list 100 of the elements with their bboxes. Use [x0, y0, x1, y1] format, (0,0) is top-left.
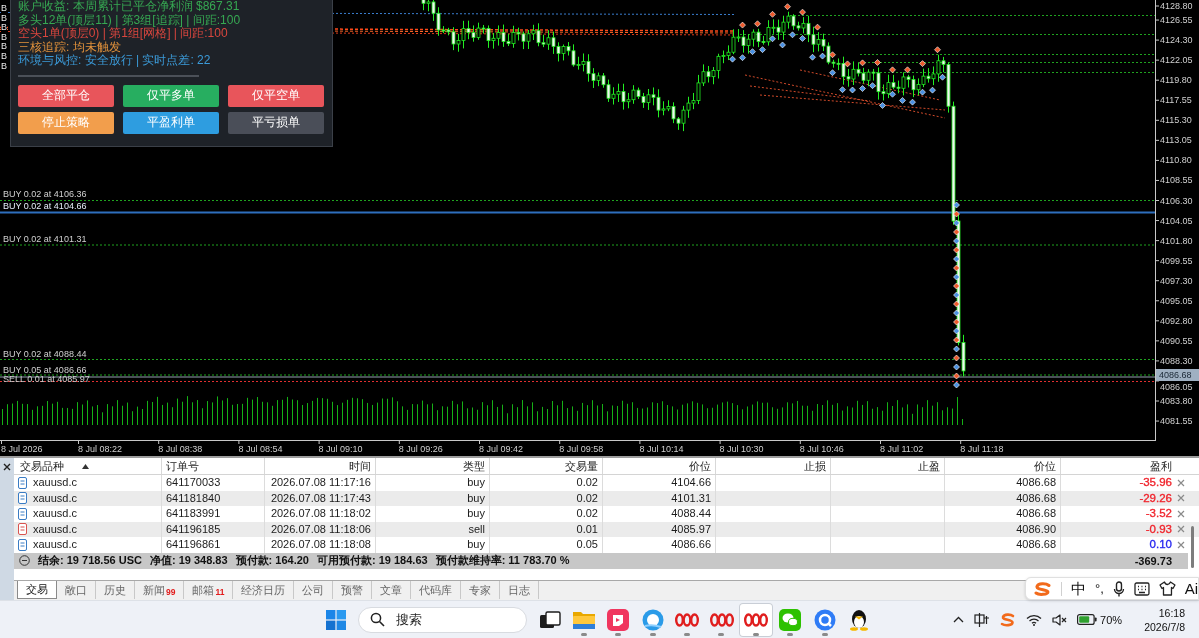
order-label[interactable]: BUY 0.05 at 4086.66 — [3, 366, 87, 375]
clock-time[interactable]: 16:18 — [1158, 605, 1185, 620]
tab[interactable]: 历史 — [96, 581, 135, 599]
price-axis-label: 4090.55 — [1160, 334, 1193, 347]
symbol-text: xauusd.c — [33, 475, 78, 491]
keyboard-icon[interactable] — [1133, 581, 1150, 596]
tab[interactable]: 代码库 — [411, 581, 462, 599]
table-cell: 2026.07.08 11:18:02 — [270, 506, 371, 522]
order-label[interactable]: BUY 0.02 at 4088.44 — [3, 350, 87, 359]
price-axis-label: 4119.80 — [1160, 74, 1192, 87]
time-axis-label: 8 Jul 10:46 — [799, 444, 844, 454]
column-header[interactable]: 交易量 — [490, 458, 603, 474]
collapse-icon[interactable] — [19, 555, 30, 566]
dash-indicator-icon — [580, 632, 587, 636]
order-label[interactable]: SELL 0.01 at 4085.97 — [3, 375, 90, 384]
tab[interactable]: 文章 — [372, 581, 412, 599]
order-label-fragment: B — [1, 13, 7, 23]
tab[interactable]: 专家 — [461, 581, 501, 599]
chevron-up-icon[interactable] — [953, 616, 965, 623]
action-button[interactable]: 仅平空单 — [228, 84, 324, 107]
column-header[interactable]: 类型 — [376, 458, 490, 474]
tab[interactable]: 预警 — [333, 581, 373, 599]
time-axis-label: 8 Jul 11:02 — [880, 444, 924, 454]
table-cell: 0.05 — [576, 537, 598, 553]
table-cell: 0.01 — [576, 521, 598, 537]
profit-value: -35.96 — [1139, 475, 1172, 491]
input-mode-label[interactable]: 中 — [1070, 580, 1086, 597]
table-cell: 2026.07.08 11:18:08 — [270, 537, 371, 553]
column-header[interactable]: 价位 — [945, 458, 1061, 474]
symbol-text: xauusd.c — [33, 506, 78, 522]
shirt-icon[interactable] — [1158, 581, 1176, 596]
table-cell: 0.02 — [576, 490, 598, 506]
symbol-text: xauusd.c — [33, 537, 78, 553]
punctuation-mode-label[interactable]: °, — [1094, 580, 1104, 597]
price-axis-label: 4104.05 — [1160, 214, 1193, 227]
tab[interactable]: 日志 — [500, 581, 540, 599]
dash-indicator-icon — [683, 632, 690, 636]
column-header[interactable]: 价位 — [603, 458, 716, 474]
table-cell: 0.02 — [576, 506, 598, 522]
battery-icon[interactable] — [1077, 614, 1098, 625]
column-header[interactable]: 交易品种 — [14, 458, 162, 474]
circle-app-icon — [641, 608, 664, 631]
table-cell: 4086.66 — [671, 537, 711, 553]
price-axis-label: 4083.80 — [1160, 395, 1193, 407]
column-header[interactable]: 时间 — [265, 458, 376, 474]
status-line: 多头12单(顶层11) | 第3组[追踪] | 间距:100 — [18, 13, 242, 27]
order-label-fragment: B — [1, 23, 7, 33]
action-button[interactable]: 平亏损单 — [228, 111, 324, 134]
table-cell: 2026.07.08 11:17:16 — [270, 475, 371, 491]
close-icon[interactable] — [3, 463, 11, 471]
order-label-fragment: B — [1, 42, 7, 52]
price-axis-label: 4101.80 — [1160, 234, 1193, 247]
tab[interactable]: 交易 — [17, 581, 57, 599]
microphone-icon[interactable] — [1112, 580, 1125, 597]
s-logo-icon[interactable] — [1034, 581, 1052, 596]
search-field[interactable]: 搜索 — [358, 606, 528, 633]
s-logo-icon[interactable] — [1000, 612, 1017, 627]
app-tile-icon — [607, 608, 630, 631]
table-cell: 4086.68 — [1016, 475, 1056, 491]
scrollbar-thumb[interactable] — [1191, 526, 1194, 568]
tab[interactable]: 公司 — [294, 581, 334, 599]
price-axis-label: 4124.30 — [1160, 34, 1193, 47]
clock-date[interactable]: 2026/7/8 — [1144, 619, 1185, 634]
price-axis-label: 4122.05 — [1160, 54, 1193, 67]
column-header[interactable]: 止盈 — [831, 458, 945, 474]
account-summary-text: 预付款: 164.20 — [235, 553, 309, 568]
column-header[interactable]: 订单号 — [162, 458, 265, 474]
speaker-muted-icon[interactable] — [1052, 613, 1068, 626]
time-axis-label: 8 Jul 09:10 — [318, 444, 363, 454]
price-axis-label: 4113.05 — [1160, 134, 1192, 147]
table-cell: 4085.97 — [671, 521, 711, 537]
order-label[interactable]: BUY 0.02 at 4106.36 — [3, 190, 87, 199]
symbol-text: xauusd.c — [33, 490, 78, 506]
price-axis-label: 4081.55 — [1160, 415, 1193, 428]
tab[interactable]: 经济日历 — [233, 581, 295, 599]
triple-ring-icon — [743, 612, 768, 627]
table-cell: 4088.44 — [671, 506, 711, 522]
table-cell: 641181840 — [166, 490, 221, 506]
search-icon — [370, 612, 386, 627]
table-cell: buy — [467, 490, 485, 506]
wifi-icon[interactable] — [1026, 613, 1043, 626]
column-header[interactable]: 盈利 — [1061, 458, 1188, 474]
column-header[interactable]: 止损 — [716, 458, 831, 474]
dash-indicator-icon — [752, 632, 759, 636]
order-label[interactable]: BUY 0.02 at 4101.31 — [3, 235, 87, 244]
time-axis-label: 8 Jul 09:42 — [479, 444, 524, 454]
action-button[interactable]: 全部平仓 — [18, 84, 114, 107]
table-cell: 0.02 — [576, 475, 598, 491]
order-label-fragment: B — [1, 32, 7, 42]
ai-label[interactable]: Ai — [1184, 580, 1198, 597]
time-axis-label: 8 Jul 08:22 — [78, 444, 123, 454]
tab[interactable]: 敞口 — [57, 581, 96, 599]
table-cell: 4086.68 — [1016, 537, 1056, 553]
price-axis-label: 4086.05 — [1160, 381, 1193, 393]
profit-value: 0.10 — [1149, 537, 1172, 553]
table-cell: 4086.90 — [1016, 521, 1056, 537]
profit-value: -3.52 — [1145, 506, 1172, 522]
input-method-icon[interactable] — [974, 611, 991, 628]
order-label-fragment: B — [1, 61, 7, 71]
unread-count: 99 — [166, 587, 176, 597]
